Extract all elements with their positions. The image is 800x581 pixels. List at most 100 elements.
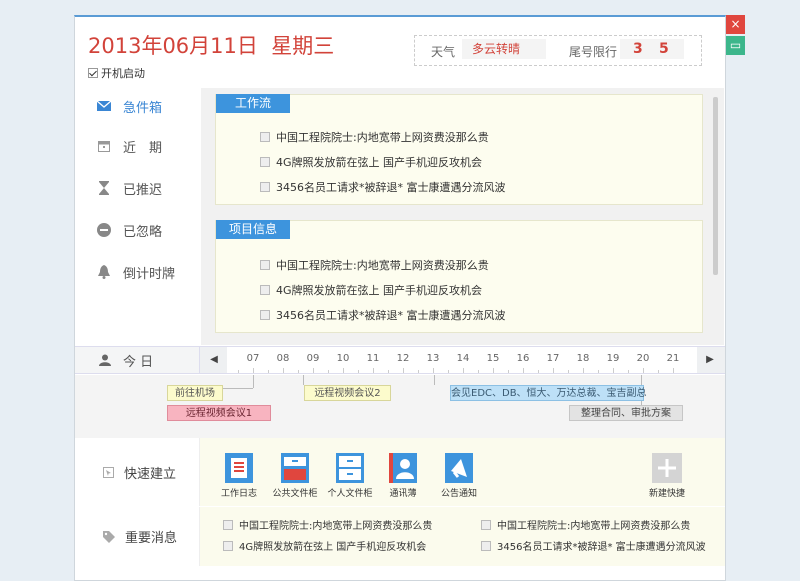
- today-button[interactable]: 今 日: [75, 347, 200, 373]
- quick-public-cabinet[interactable]: 公共文件柜: [269, 452, 321, 499]
- checkbox-icon[interactable]: [481, 519, 491, 530]
- checkbox-icon[interactable]: [88, 68, 98, 78]
- timeline-hour: 13: [426, 353, 440, 364]
- weekday-text: 星期三: [271, 34, 335, 58]
- page-title: 2013年06月11日 星期三: [88, 30, 334, 60]
- section-workflow: 工作流 中国工程院院士:内地宽带上网资费没那么贵 4G牌照发放箭在弦上 国产手机…: [215, 94, 703, 205]
- sidebar-item-label: 已忽略: [123, 224, 163, 240]
- quick-worklog[interactable]: 工作日志: [213, 452, 265, 499]
- connector-line: [253, 375, 254, 388]
- timeline-tick: [538, 370, 539, 373]
- messages-label: 重要消息: [75, 507, 200, 566]
- weather-value: 多云转晴: [462, 39, 546, 59]
- checkbox-icon[interactable]: [223, 540, 233, 551]
- timeline-tick: [658, 370, 659, 373]
- checkbox-icon[interactable]: [260, 285, 270, 295]
- close-button[interactable]: ×: [726, 15, 745, 34]
- timeline-tick: [268, 370, 269, 373]
- timeline-tick: [358, 370, 359, 373]
- schedule-area: 前往机场 远程视频会议1 远程视频会议2 会见EDC、DB、恒大、万达总裁、宝吉…: [75, 375, 725, 438]
- sidebar-item-postponed[interactable]: 已推迟: [75, 170, 201, 206]
- message-item[interactable]: 中国工程院院士:内地宽带上网资费没那么贵: [481, 517, 690, 532]
- cursor-box-icon: [103, 466, 114, 478]
- timeline-bar: 今 日 ◀ 07 08 09 10 11 12 13 14 15 16 17 18 19 20 21 ▶: [75, 346, 725, 374]
- timeline-tick: [598, 370, 599, 373]
- autostart-label: 开机启动: [101, 67, 145, 80]
- timeline-tick: [418, 370, 419, 373]
- contacts-icon: [387, 452, 419, 484]
- list-item[interactable]: 4G牌照发放箭在弦上 国产手机迎反攻机会: [260, 282, 482, 298]
- timeline-hour: 15: [486, 353, 500, 364]
- timeline-tick: [583, 368, 584, 373]
- minimize-button[interactable]: ▭: [726, 36, 745, 55]
- quick-create-panel: 快速建立 工作日志 公共文件柜 个人文件柜 通讯薄 公告通知 新建快捷: [75, 438, 725, 506]
- timeline-hour: 17: [546, 353, 560, 364]
- message-item[interactable]: 4G牌照发放箭在弦上 国产手机迎反攻机会: [223, 538, 426, 553]
- event-video-meeting-1[interactable]: 远程视频会议1: [167, 405, 271, 421]
- today-label: 今 日: [123, 354, 154, 370]
- timeline-tick: [568, 370, 569, 373]
- timeline-tick: [673, 368, 674, 373]
- person-icon: [99, 354, 111, 366]
- timeline-next-button[interactable]: ▶: [697, 347, 723, 373]
- timeline-tick: [523, 368, 524, 373]
- timeline-tick: [463, 368, 464, 373]
- sidebar-item-recent[interactable]: 近 期: [75, 128, 201, 164]
- autostart-checkbox[interactable]: 开机启动: [88, 65, 145, 81]
- event-meeting-executives[interactable]: 会见EDC、DB、恒大、万达总裁、宝吉副总: [450, 385, 647, 401]
- sidebar-item-label: 急件箱: [123, 100, 163, 116]
- quick-personal-cabinet[interactable]: 个人文件柜: [324, 452, 376, 499]
- event-contracts[interactable]: 整理合同、审批方案: [569, 405, 683, 421]
- checkbox-icon[interactable]: [260, 182, 270, 192]
- event-airport[interactable]: 前往机场: [167, 385, 223, 401]
- quick-create-label: 快速建立: [75, 438, 200, 506]
- timeline-tick: [493, 368, 494, 373]
- list-item[interactable]: 4G牌照发放箭在弦上 国产手机迎反攻机会: [260, 154, 482, 170]
- timeline-prev-button[interactable]: ◀: [201, 347, 227, 373]
- timeline-tick: [298, 370, 299, 373]
- sidebar-item-countdown[interactable]: 倒计时牌: [75, 254, 201, 290]
- minus-circle-icon: [97, 223, 111, 237]
- timeline-tick: [628, 370, 629, 373]
- message-item[interactable]: 中国工程院院士:内地宽带上网资费没那么贵: [223, 517, 432, 532]
- checkbox-icon[interactable]: [223, 519, 233, 530]
- timeline-hour: 09: [306, 353, 320, 364]
- quick-contacts[interactable]: 通讯薄: [377, 452, 429, 499]
- scrollbar[interactable]: [713, 97, 718, 275]
- timeline-hour: 18: [576, 353, 590, 364]
- event-video-meeting-2[interactable]: 远程视频会议2: [304, 385, 391, 401]
- list-item[interactable]: 3456名员工请求*被辞退* 富士康遭遇分流风波: [260, 179, 506, 195]
- timeline-tick: [283, 368, 284, 373]
- plate-value-1: 3: [633, 41, 643, 57]
- plate-values: 3 5: [620, 39, 684, 59]
- main-content: 工作流 中国工程院院士:内地宽带上网资费没那么贵 4G牌照发放箭在弦上 国产手机…: [201, 88, 724, 345]
- quick-announcement[interactable]: 公告通知: [433, 452, 485, 499]
- list-item[interactable]: 中国工程院院士:内地宽带上网资费没那么贵: [260, 129, 489, 145]
- section-title: 项目信息: [216, 220, 290, 239]
- checkbox-icon[interactable]: [260, 310, 270, 320]
- section-title: 工作流: [216, 94, 290, 113]
- checkbox-icon[interactable]: [260, 132, 270, 142]
- timeline-hour: 08: [276, 353, 290, 364]
- quick-add-shortcut[interactable]: 新建快捷: [641, 452, 693, 499]
- timeline-hour: 21: [666, 353, 680, 364]
- sidebar-item-urgent[interactable]: 急件箱: [75, 88, 201, 124]
- tag-icon: [103, 530, 115, 543]
- sidebar-item-ignored[interactable]: 已忽略: [75, 212, 201, 248]
- checkbox-icon[interactable]: [260, 260, 270, 270]
- info-panel: 天气 多云转晴 尾号限行 3 5: [414, 35, 702, 66]
- sidebar: 急件箱 近 期 已推迟 已忽略 倒计时牌: [75, 88, 201, 345]
- section-project: 项目信息 中国工程院院士:内地宽带上网资费没那么贵 4G牌照发放箭在弦上 国产手…: [215, 220, 703, 333]
- plate-value-2: 5: [659, 41, 669, 57]
- sidebar-item-label: 近 期: [123, 140, 163, 156]
- timeline-tick: [373, 368, 374, 373]
- timeline-hour: 19: [606, 353, 620, 364]
- message-item[interactable]: 3456名员工请求*被辞退* 富士康遭遇分流风波: [481, 538, 706, 553]
- checkbox-icon[interactable]: [481, 540, 491, 551]
- important-messages-panel: 重要消息 中国工程院院士:内地宽带上网资费没那么贵 中国工程院院士:内地宽带上网…: [75, 507, 725, 566]
- list-item[interactable]: 3456名员工请求*被辞退* 富士康遭遇分流风波: [260, 307, 506, 323]
- checkbox-icon[interactable]: [260, 157, 270, 167]
- timeline-tick: [253, 368, 254, 373]
- list-item[interactable]: 中国工程院院士:内地宽带上网资费没那么贵: [260, 257, 489, 273]
- mail-icon: [97, 101, 111, 111]
